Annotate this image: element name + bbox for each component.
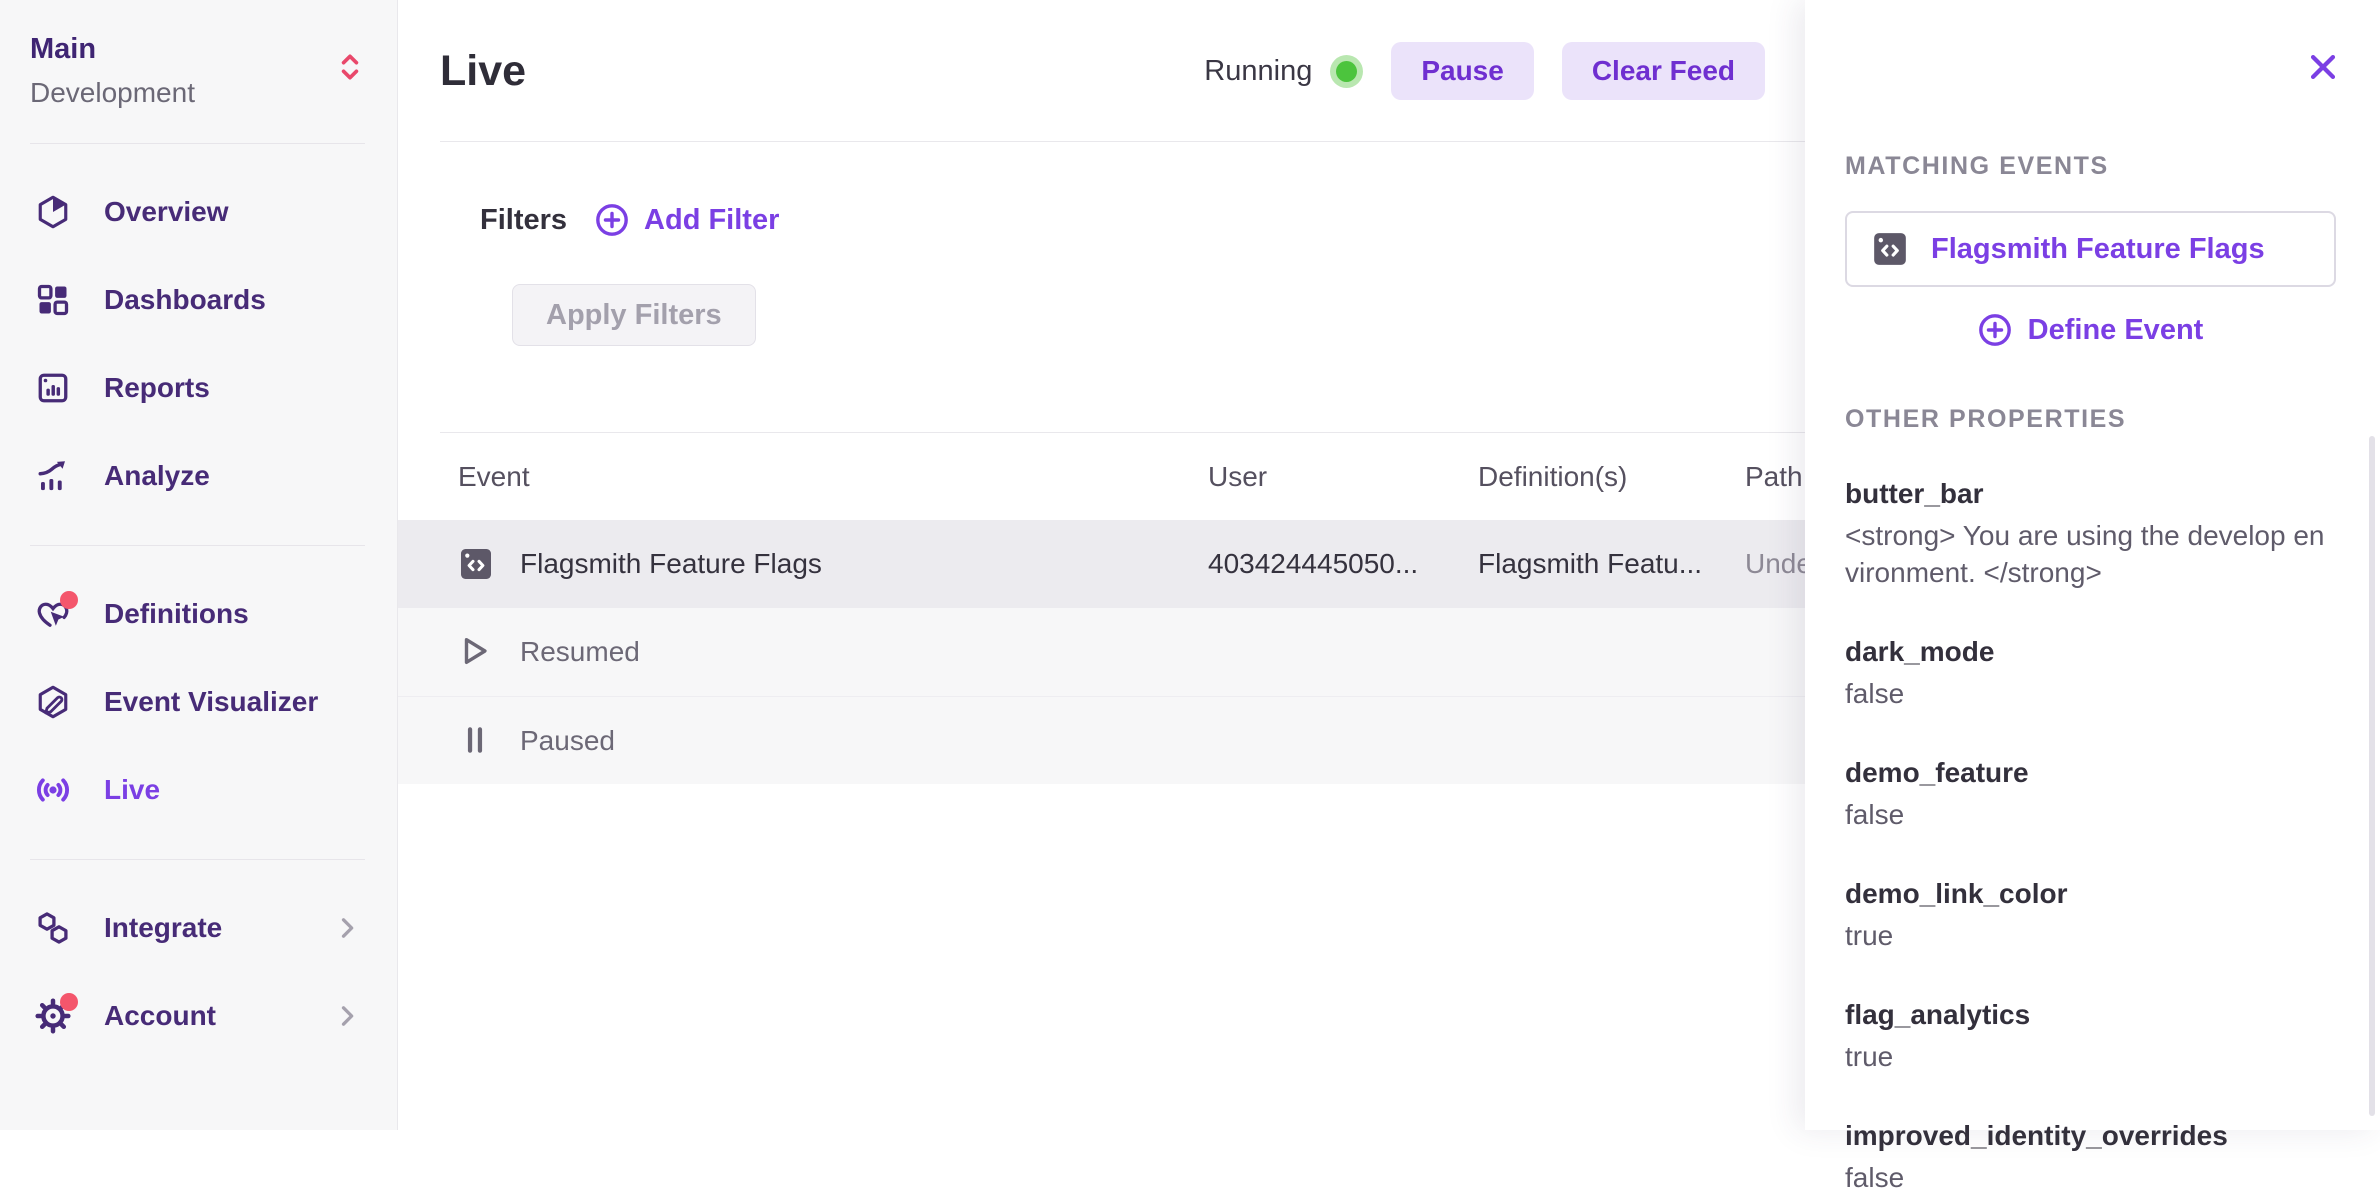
sidebar-item-label: Live	[104, 774, 160, 806]
reports-icon	[35, 370, 71, 406]
page-header: Live Running Pause Clear Feed	[398, 0, 1805, 142]
sidebar-item-overview[interactable]: Overview	[0, 168, 397, 256]
project-name: Main	[30, 30, 367, 68]
property-name: dark_mode	[1845, 636, 2336, 668]
custom-event-icon	[1871, 230, 1909, 268]
add-filter-label: Add Filter	[644, 204, 779, 237]
sidebar-item-analyze[interactable]: Analyze	[0, 432, 397, 520]
event-name: Resumed	[520, 636, 640, 668]
live-feed-status: Running	[1204, 55, 1363, 88]
custom-event-icon	[458, 546, 494, 582]
filters-section-label: Filters	[480, 204, 567, 237]
property-item: butter_bar <strong> You are using the de…	[1845, 478, 2336, 592]
chevron-up-down-icon	[337, 52, 363, 82]
column-header-event: Event	[458, 461, 1208, 493]
event-definitions: Flagsmith Featu...	[1478, 548, 1745, 580]
property-value: false	[1845, 797, 2325, 834]
table-row[interactable]: Flagsmith Feature Flags 403424445050... …	[398, 520, 1805, 608]
column-header-user: User	[1208, 461, 1478, 493]
property-value: <strong> You are using the develop envir…	[1845, 518, 2325, 592]
property-name: improved_identity_overrides	[1845, 1120, 2336, 1152]
sidebar-item-label: Analyze	[104, 460, 210, 492]
overview-icon	[35, 194, 71, 230]
property-name: flag_analytics	[1845, 999, 2336, 1031]
apply-filters-button[interactable]: Apply Filters	[512, 284, 756, 346]
chevron-right-icon	[333, 914, 361, 942]
close-icon[interactable]	[2306, 50, 2340, 84]
pause-icon	[458, 723, 494, 759]
environment-switcher[interactable]: Main Development	[0, 0, 397, 143]
sidebar-item-label: Integrate	[104, 912, 222, 944]
status-label: Running	[1204, 55, 1312, 88]
property-item: improved_identity_overrides false	[1845, 1120, 2336, 1197]
sidebar: Main Development Overview	[0, 0, 398, 1130]
integrate-icon	[35, 910, 71, 946]
sidebar-item-label: Account	[104, 1000, 216, 1032]
event-user: 403424445050...	[1208, 548, 1478, 580]
property-name: demo_link_color	[1845, 878, 2336, 910]
define-event-button[interactable]: Define Event	[1845, 313, 2336, 347]
sidebar-item-integrate[interactable]: Integrate	[0, 884, 397, 972]
sidebar-item-label: Reports	[104, 372, 210, 404]
sidebar-item-account[interactable]: Account	[0, 972, 397, 1060]
play-icon	[458, 634, 494, 670]
chevron-right-icon	[333, 1002, 361, 1030]
notification-dot	[60, 993, 78, 1011]
sidebar-item-label: Overview	[104, 196, 229, 228]
matched-event-label: Flagsmith Feature Flags	[1931, 233, 2265, 266]
environment-name: Development	[30, 74, 367, 112]
panel-scrollbar[interactable]	[2369, 436, 2375, 1116]
event-table-header: Event User Definition(s) Path	[398, 433, 1805, 520]
pause-button[interactable]: Pause	[1391, 42, 1534, 100]
sidebar-item-label: Event Visualizer	[104, 686, 318, 718]
plus-circle-icon	[1978, 313, 2012, 347]
property-name: butter_bar	[1845, 478, 2336, 510]
live-broadcast-icon	[35, 772, 71, 808]
property-name: demo_feature	[1845, 757, 2336, 789]
status-dot-icon	[1330, 55, 1363, 88]
add-filter-button[interactable]: Add Filter	[595, 203, 779, 237]
plus-circle-icon	[595, 203, 629, 237]
sidebar-item-label: Definitions	[104, 598, 249, 630]
sidebar-item-live[interactable]: Live	[0, 746, 397, 834]
other-properties-heading: OTHER PROPERTIES	[1845, 405, 2336, 434]
property-item: demo_link_color true	[1845, 878, 2336, 955]
event-name: Paused	[520, 725, 615, 757]
property-item: demo_feature false	[1845, 757, 2336, 834]
define-event-label: Define Event	[2028, 314, 2204, 347]
matched-event-link[interactable]: Flagsmith Feature Flags	[1845, 211, 2336, 287]
property-item: dark_mode false	[1845, 636, 2336, 713]
column-header-definitions: Definition(s)	[1478, 461, 1745, 493]
event-visualizer-icon	[35, 684, 71, 720]
property-value: true	[1845, 918, 2325, 955]
column-header-path: Path	[1745, 461, 1805, 493]
property-item: flag_analytics true	[1845, 999, 2336, 1076]
sidebar-item-event-visualizer[interactable]: Event Visualizer	[0, 658, 397, 746]
matching-events-heading: MATCHING EVENTS	[1845, 152, 2336, 181]
analyze-icon	[35, 458, 71, 494]
property-value: false	[1845, 676, 2325, 713]
definitions-icon	[35, 596, 71, 632]
clear-feed-button[interactable]: Clear Feed	[1562, 42, 1765, 100]
table-row[interactable]: Paused	[398, 696, 1805, 784]
event-detail-panel: MATCHING EVENTS Flagsmith Feature Flags …	[1805, 0, 2380, 1130]
main-content: Live Running Pause Clear Feed Filters Ad…	[398, 0, 1805, 1130]
notification-dot	[60, 591, 78, 609]
account-gear-icon	[35, 998, 71, 1034]
sidebar-item-dashboards[interactable]: Dashboards	[0, 256, 397, 344]
property-value: true	[1845, 1039, 2325, 1076]
dashboards-icon	[35, 282, 71, 318]
sidebar-item-reports[interactable]: Reports	[0, 344, 397, 432]
sidebar-item-label: Dashboards	[104, 284, 266, 316]
property-value: false	[1845, 1160, 2325, 1197]
table-row[interactable]: Resumed	[398, 608, 1805, 696]
event-name: Flagsmith Feature Flags	[520, 548, 822, 580]
page-title: Live	[440, 47, 526, 96]
sidebar-item-definitions[interactable]: Definitions	[0, 570, 397, 658]
